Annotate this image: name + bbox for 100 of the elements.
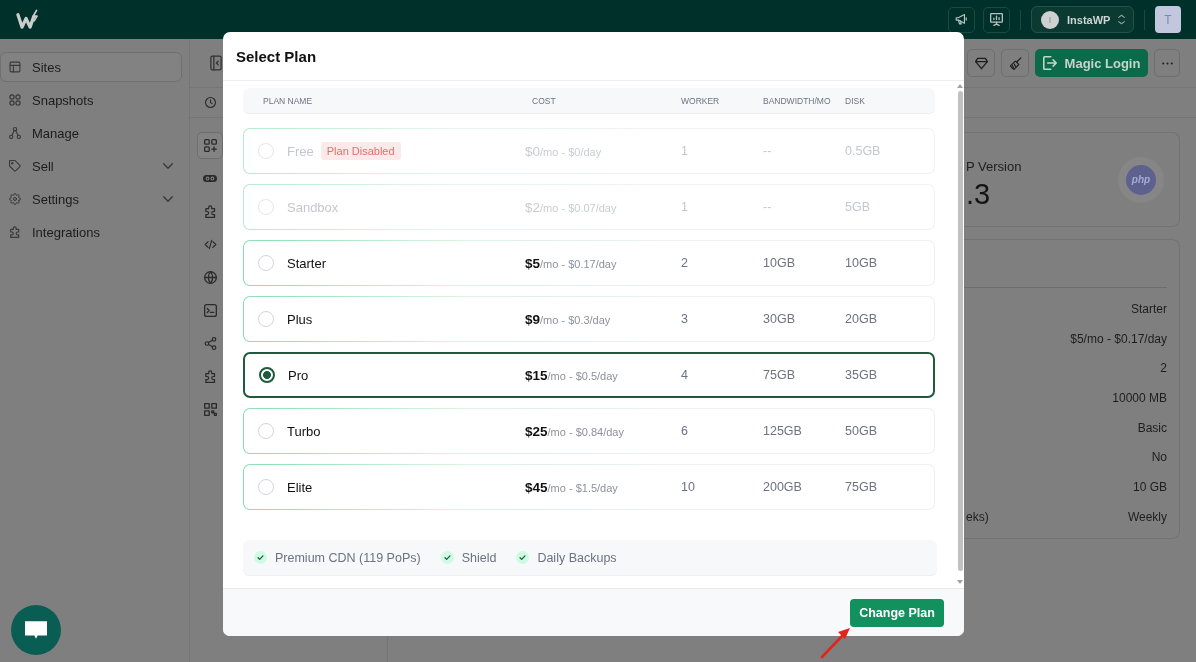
sidebar-item[interactable]: Manage: [0, 118, 182, 148]
plan-disk: 0.5GB: [845, 144, 882, 158]
detail-value: $5/mo - $0.17/day: [1070, 331, 1167, 346]
plan-disk: 20GB: [845, 312, 878, 326]
plan-bandwidth: 200GB: [763, 480, 803, 494]
chevron-updown-icon: [1118, 14, 1126, 25]
sidebar-item[interactable]: Sites: [0, 52, 182, 82]
plan-worker: 6: [681, 424, 689, 438]
column-header: PLAN NAME: [262, 95, 314, 106]
plan-price: $45/mo - $1.5/day: [525, 479, 619, 495]
sidebar-item[interactable]: Settings: [0, 184, 182, 214]
plan-bandwidth: 10GB: [763, 256, 796, 270]
check-icon: [516, 551, 530, 564]
plan-disk: 10GB: [845, 256, 878, 270]
plan-name: Elite: [287, 479, 313, 495]
php-logo: php: [1118, 156, 1164, 203]
plan-price: $15/mo - $0.5/day: [525, 367, 619, 383]
presentation-icon: [990, 13, 1003, 26]
radio-button[interactable]: [259, 367, 275, 383]
goggles-icon: [203, 175, 217, 182]
terminal-icon: [203, 304, 217, 317]
plan-disk: 5GB: [845, 200, 871, 214]
plan-name: Plus: [287, 311, 313, 327]
plan-price: $25/mo - $0.84/day: [525, 423, 625, 439]
plan-worker: 10: [681, 480, 696, 494]
card-value: .3: [966, 178, 992, 209]
plan-option[interactable]: Turbo $25/mo - $0.84/day 6 125GB 50GB: [243, 408, 935, 454]
check-icon: [440, 551, 454, 564]
globe-icon: [203, 271, 217, 284]
plan-bandwidth: --: [763, 144, 773, 158]
detail-value: 10 GB: [1132, 479, 1167, 494]
column-header: DISK: [845, 95, 866, 106]
sidebar-item[interactable]: Snapshots: [0, 85, 182, 115]
layout-icon: [9, 61, 21, 73]
detail-value: Starter: [1131, 301, 1167, 316]
plan-worker: 1: [681, 200, 689, 214]
plan-disk: 35GB: [845, 368, 878, 382]
login-icon: [1042, 56, 1057, 70]
grid-icon: [9, 94, 21, 106]
detail-value: 2: [1160, 361, 1167, 376]
modal-title: Select Plan: [236, 47, 317, 65]
magic-login-button[interactable]: Magic Login: [1035, 49, 1148, 77]
share-icon: [203, 337, 217, 350]
plan-option[interactable]: Pro $15/mo - $0.5/day 4 75GB 35GB: [243, 352, 935, 398]
settings-icon: [9, 193, 21, 205]
plan-name: Free: [287, 143, 314, 159]
plan-worker: 4: [681, 368, 689, 382]
presentation-button[interactable]: [983, 6, 1010, 33]
detail-label: eks): [966, 509, 989, 524]
check-icon: [254, 551, 267, 564]
feature-label: Daily Backups: [537, 550, 617, 565]
plan-option[interactable]: Plus $9/mo - $0.3/day 3 30GB 20GB: [243, 296, 935, 342]
column-header: COST: [531, 95, 557, 106]
plan-name: Pro: [288, 367, 309, 383]
rail-tab[interactable]: [197, 132, 223, 159]
diamond-button[interactable]: [967, 49, 995, 77]
hierarchy-icon: [9, 127, 21, 139]
status-badge: Plan Disabled: [320, 142, 401, 160]
brush-icon: [1008, 56, 1022, 70]
plan-worker: 1: [681, 144, 689, 158]
logo-icon: [16, 9, 39, 30]
feature-label: Premium CDN (119 PoPs): [275, 550, 421, 565]
plan-bandwidth: 125GB: [763, 424, 803, 438]
brush-button[interactable]: [1001, 49, 1029, 77]
card-label: P Version: [966, 158, 1022, 174]
plan-disk: 50GB: [845, 424, 878, 438]
chat-button[interactable]: [11, 605, 61, 655]
plan-bandwidth: 30GB: [763, 312, 796, 326]
sidebar-collapse-icon[interactable]: [210, 55, 222, 71]
detail-value: No: [1151, 450, 1167, 465]
diamond-icon: [974, 56, 988, 70]
puzzle-icon: [203, 205, 217, 218]
change-plan-button[interactable]: Change Plan: [850, 598, 944, 627]
chevron-down-icon: [163, 163, 173, 169]
chevron-down-icon: [163, 196, 173, 202]
more-icon: [1161, 61, 1173, 65]
plan-disk: 75GB: [845, 480, 878, 494]
detail-value: Basic: [1137, 420, 1167, 435]
sidebar-item[interactable]: Sell: [0, 151, 182, 181]
detail-value: Weekly: [1127, 509, 1167, 524]
plan-option[interactable]: Starter $5/mo - $0.17/day 2 10GB 10GB: [243, 240, 935, 286]
column-header: BANDWIDTH/MO: [763, 95, 832, 106]
megaphone-icon: [955, 13, 968, 26]
puzzle-icon: [203, 370, 217, 383]
qr-code-icon: [203, 403, 217, 416]
plan-worker: 2: [681, 256, 689, 270]
tag-icon: [9, 160, 21, 172]
detail-value: 10000 MB: [1112, 390, 1167, 405]
plan-price: $5/mo - $0.17/day: [525, 255, 618, 271]
plan-option[interactable]: Elite $45/mo - $1.5/day 10 200GB 75GB: [243, 464, 935, 510]
sidebar-item[interactable]: Integrations: [0, 217, 182, 247]
puzzle-icon: [9, 226, 21, 238]
code-icon: [203, 238, 217, 251]
plan-name: Starter: [287, 255, 326, 271]
megaphone-button[interactable]: [948, 6, 975, 33]
plan-bandwidth: 75GB: [763, 368, 796, 382]
apps-icon: [203, 139, 217, 152]
arrow-icon: [820, 627, 851, 659]
plan-price: $9/mo - $0.3/day: [525, 311, 612, 327]
plan-bandwidth: --: [763, 200, 773, 214]
